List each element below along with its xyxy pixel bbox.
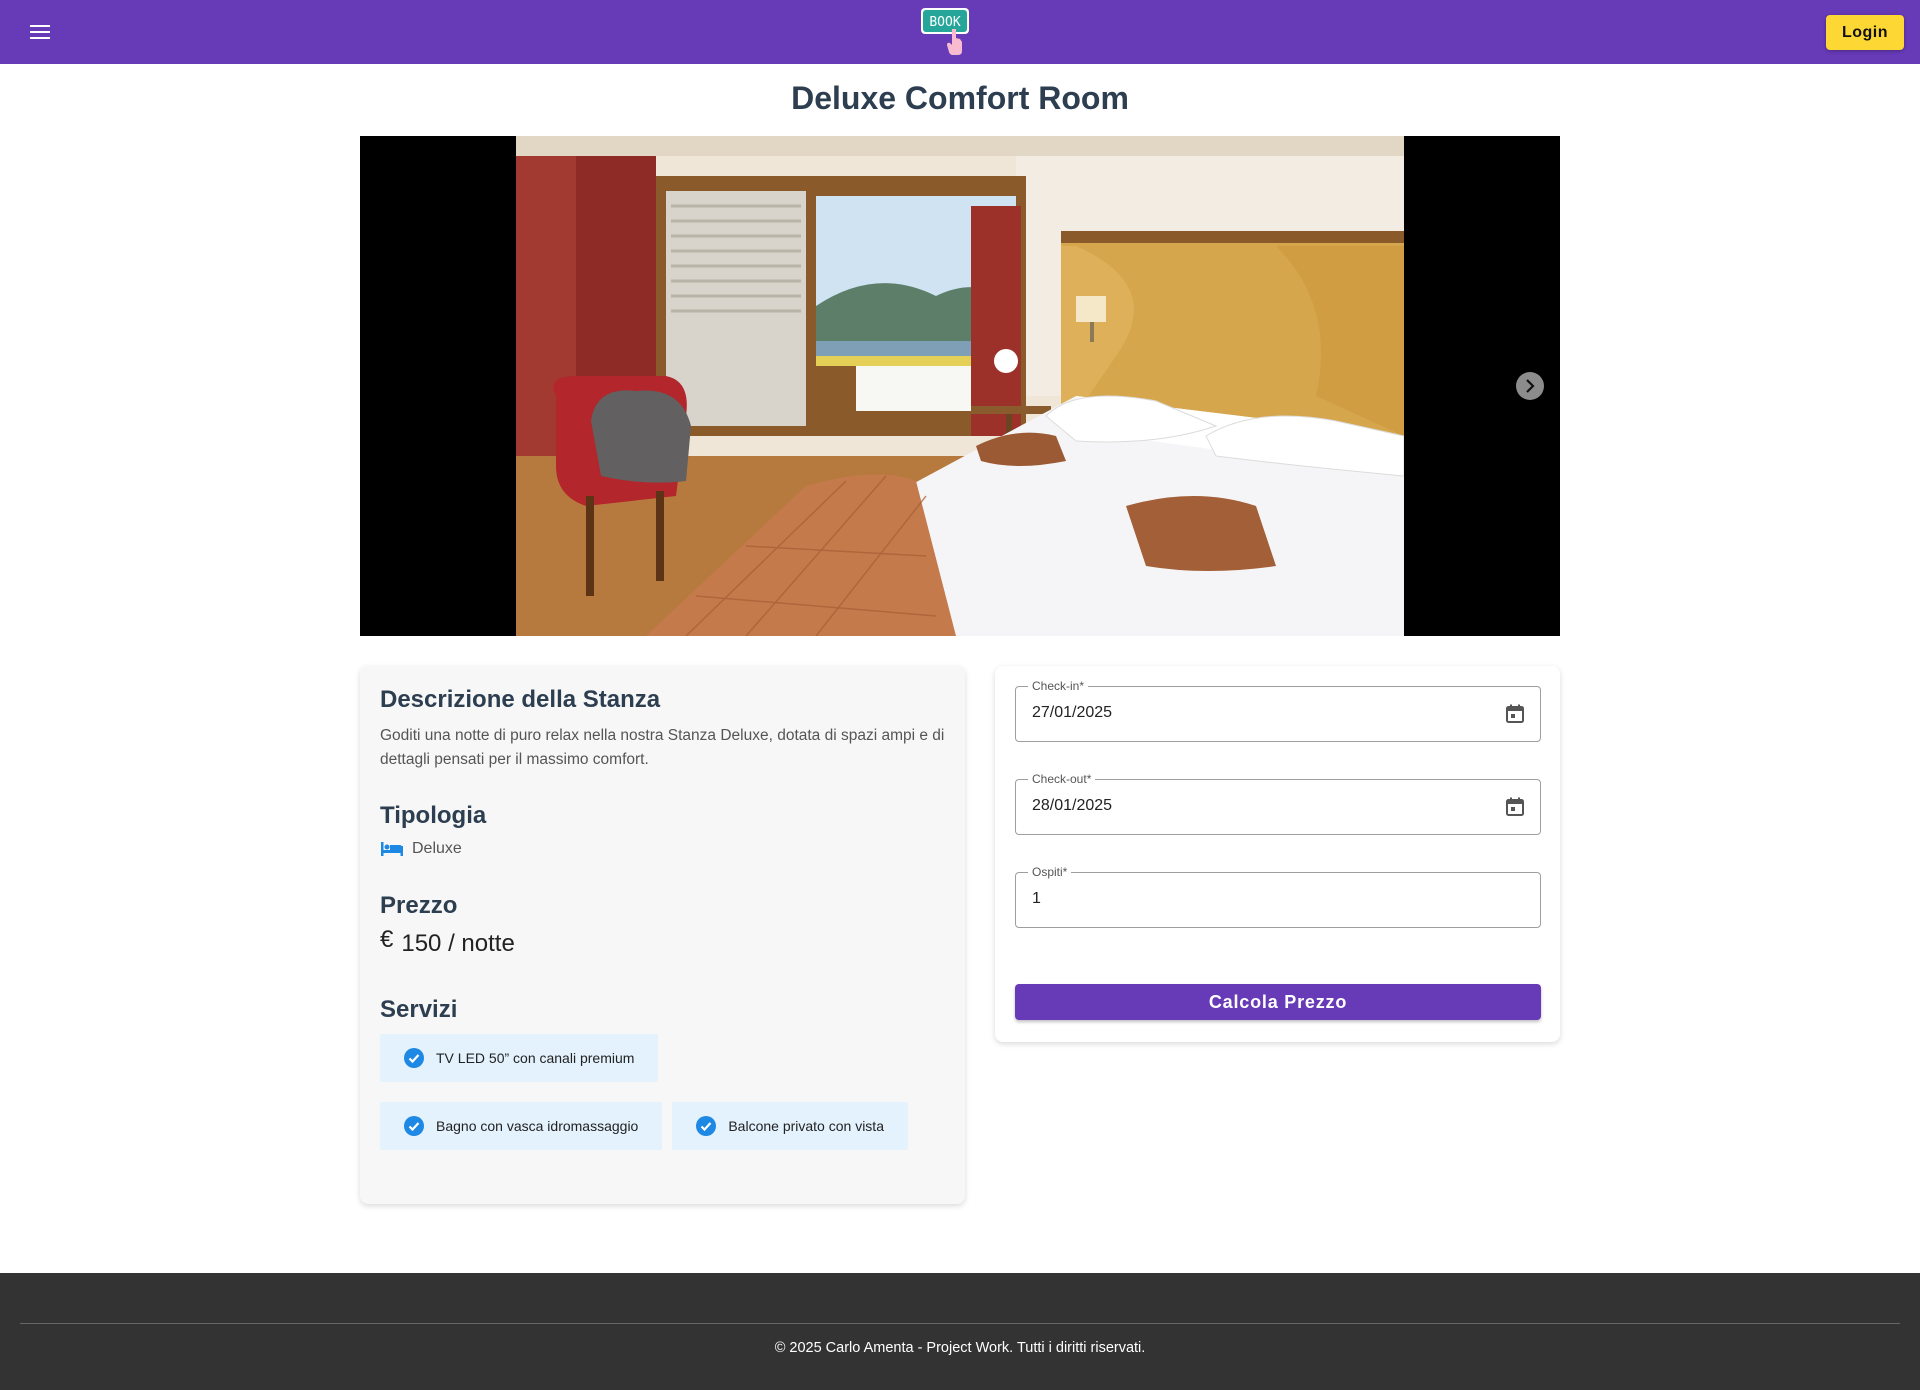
- footer-divider: [20, 1323, 1900, 1324]
- checkin-input[interactable]: 27/01/2025: [1032, 704, 1112, 722]
- footer: © 2025 Carlo Amenta - Project Work. Tutt…: [0, 1273, 1920, 1390]
- price-value: 150 / notte: [401, 930, 515, 957]
- check-circle-icon: [404, 1048, 424, 1068]
- service-label: Balcone privato con vista: [728, 1118, 884, 1134]
- footer-copyright: © 2025 Carlo Amenta - Project Work. Tutt…: [774, 1340, 1146, 1356]
- checkout-label: Check-out*: [1028, 772, 1096, 786]
- top-app-bar: BOOK Login: [0, 0, 1920, 64]
- service-chip: Bagno con vasca idromassaggio: [380, 1102, 663, 1150]
- service-chip: Balcone privato con vista: [672, 1102, 908, 1150]
- checkout-input[interactable]: 28/01/2025: [1032, 797, 1112, 815]
- price-title: Prezzo: [380, 892, 458, 919]
- carousel-next-button[interactable]: [1516, 372, 1544, 400]
- check-circle-icon: [404, 1116, 424, 1136]
- type-row: Deluxe: [380, 840, 945, 858]
- check-circle-icon: [696, 1116, 717, 1136]
- price-row: € 150 / notte: [380, 926, 945, 958]
- logo[interactable]: BOOK: [920, 7, 972, 57]
- service-label: TV LED 50” con canali premium: [436, 1050, 635, 1066]
- menu-button[interactable]: [24, 16, 56, 48]
- bed-icon: [381, 842, 403, 856]
- page-title: Deluxe Comfort Room: [791, 80, 1129, 116]
- menu-icon: [30, 25, 50, 39]
- guests-label: Ospiti*: [1028, 865, 1072, 879]
- description-title: Descrizione della Stanza: [380, 686, 661, 713]
- checkin-field[interactable]: Check-in* 27/01/2025: [1015, 679, 1541, 742]
- room-info-card: Descrizione della Stanza Goditi una nott…: [360, 666, 965, 1204]
- room-image-carousel: [360, 136, 1560, 636]
- calendar-icon[interactable]: [1504, 703, 1526, 725]
- description-text: Goditi una notte di puro relax nella nos…: [380, 727, 945, 768]
- type-value: Deluxe: [412, 840, 462, 857]
- type-title: Tipologia: [380, 802, 487, 829]
- login-button[interactable]: Login: [1826, 15, 1904, 50]
- logo-text: BOOK: [929, 15, 960, 30]
- euro-icon: €: [380, 926, 394, 953]
- guests-input[interactable]: 1: [1032, 890, 1041, 908]
- chevron-right-icon: [1526, 379, 1535, 393]
- checkout-field[interactable]: Check-out* 28/01/2025: [1015, 772, 1541, 835]
- booking-form-card: Check-in* 27/01/2025 Check-out* 28/01/20…: [995, 666, 1560, 1042]
- calculate-price-button[interactable]: Calcola Prezzo: [1015, 984, 1541, 1020]
- services-title: Servizi: [380, 996, 458, 1023]
- guests-field[interactable]: Ospiti* 1: [1015, 865, 1541, 928]
- service-label: Bagno con vasca idromassaggio: [436, 1118, 639, 1134]
- service-chip: TV LED 50” con canali premium: [380, 1034, 659, 1082]
- services-list: TV LED 50” con canali premium Bagno con …: [380, 1034, 950, 1150]
- calendar-icon[interactable]: [1504, 796, 1526, 818]
- checkin-label: Check-in*: [1028, 679, 1089, 693]
- room-photo: [516, 136, 1404, 636]
